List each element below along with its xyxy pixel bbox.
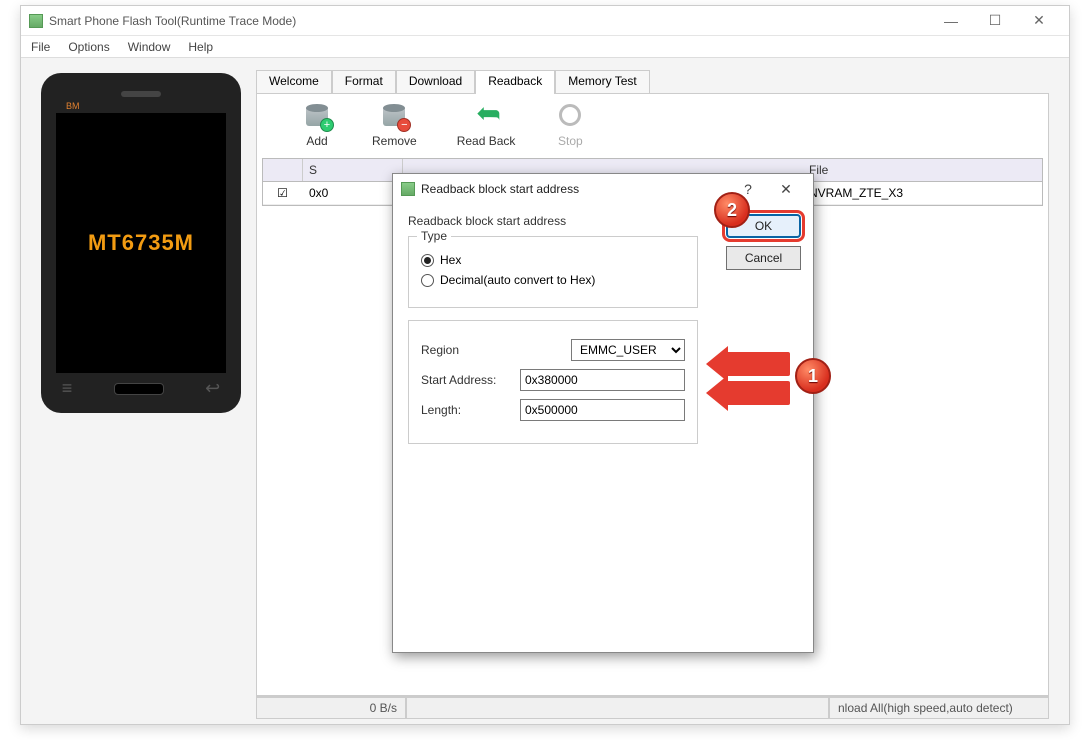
row-start: 0x0 (303, 182, 403, 204)
menu-help[interactable]: Help (188, 40, 213, 54)
type-legend: Type (417, 229, 451, 243)
remove-button[interactable]: − Remove (372, 104, 417, 148)
row-checkbox[interactable]: ☑ (263, 182, 303, 204)
remove-label: Remove (372, 134, 417, 148)
status-mode: nload All(high speed,auto detect) (829, 697, 1049, 719)
readback-dialog: Readback block start address ? ✕ OK Canc… (392, 173, 814, 653)
phone-home-button (114, 383, 164, 395)
callout-2: 2 (714, 192, 750, 228)
region-select[interactable]: EMMC_USER (571, 339, 685, 361)
menu-window[interactable]: Window (128, 40, 171, 54)
phone-recent-icon: ≡ (62, 378, 73, 399)
phone-brand: BM (66, 101, 80, 111)
tab-format[interactable]: Format (332, 70, 396, 94)
radio-decimal-label: Decimal(auto convert to Hex) (440, 273, 595, 287)
toolbar: + Add − Remove ➦ Read Back Stop (257, 94, 1048, 158)
readback-label: Read Back (457, 134, 516, 148)
back-arrow-icon: ➦ (471, 104, 501, 130)
stop-button: Stop (555, 104, 585, 148)
statusbar: 0 B/s nload All(high speed,auto detect) (256, 696, 1049, 719)
radio-hex-dot[interactable] (421, 254, 434, 267)
phone-speaker (121, 91, 161, 97)
dialog-icon (401, 182, 415, 196)
col-start[interactable]: S (303, 159, 403, 181)
radio-hex[interactable]: Hex (421, 253, 685, 267)
tab-memorytest[interactable]: Memory Test (555, 70, 649, 94)
stop-icon (555, 104, 585, 130)
database-add-icon: + (302, 104, 332, 130)
add-button[interactable]: + Add (302, 104, 332, 148)
database-remove-icon: − (379, 104, 409, 130)
arrow-start-address (720, 352, 790, 376)
cancel-button[interactable]: Cancel (726, 246, 801, 270)
close-button[interactable]: ✕ (1017, 7, 1061, 35)
row-file: NVRAM_ZTE_X3 (803, 182, 910, 204)
callout-1: 1 (795, 358, 831, 394)
tabstrip: Welcome Format Download Readback Memory … (256, 69, 1049, 93)
menubar: File Options Window Help (21, 36, 1069, 58)
phone-back-icon: ↩ (205, 378, 220, 399)
radio-decimal-dot[interactable] (421, 274, 434, 287)
status-speed: 0 B/s (256, 697, 406, 719)
radio-decimal[interactable]: Decimal(auto convert to Hex) (421, 273, 685, 287)
length-label: Length: (421, 403, 520, 417)
tab-download[interactable]: Download (396, 70, 475, 94)
dialog-titlebar: Readback block start address ? ✕ (393, 174, 813, 204)
arrow-length (720, 381, 790, 405)
app-icon (29, 14, 43, 28)
phone-screen: MT6735M (56, 113, 226, 373)
col-check[interactable] (263, 159, 303, 181)
start-address-label: Start Address: (421, 373, 520, 387)
maximize-button[interactable]: ☐ (973, 7, 1017, 35)
readback-button[interactable]: ➦ Read Back (457, 104, 516, 148)
menu-file[interactable]: File (31, 40, 50, 54)
status-blank1 (406, 697, 829, 719)
tab-welcome[interactable]: Welcome (256, 70, 332, 94)
add-label: Add (306, 134, 327, 148)
radio-hex-label: Hex (440, 253, 461, 267)
chip-label: MT6735M (88, 230, 194, 256)
tab-readback[interactable]: Readback (475, 70, 555, 94)
menu-options[interactable]: Options (68, 40, 109, 54)
col-file[interactable]: File (803, 159, 1042, 181)
window-title: Smart Phone Flash Tool(Runtime Trace Mod… (49, 14, 929, 28)
address-group: Region EMMC_USER Start Address: Length: (408, 320, 698, 444)
dialog-close-button[interactable]: ✕ (767, 181, 805, 198)
dialog-title: Readback block start address (421, 182, 729, 196)
stop-label: Stop (558, 134, 583, 148)
start-address-input[interactable] (520, 369, 685, 391)
region-label: Region (421, 343, 571, 357)
type-group: Type Hex Decimal(auto convert to Hex) (408, 236, 698, 308)
dialog-body: OK Cancel Readback block start address T… (393, 204, 813, 466)
length-input[interactable] (520, 399, 685, 421)
phone-preview: BM MT6735M ≡ ↩ (41, 73, 241, 413)
titlebar: Smart Phone Flash Tool(Runtime Trace Mod… (21, 6, 1069, 36)
minimize-button[interactable]: — (929, 7, 973, 35)
